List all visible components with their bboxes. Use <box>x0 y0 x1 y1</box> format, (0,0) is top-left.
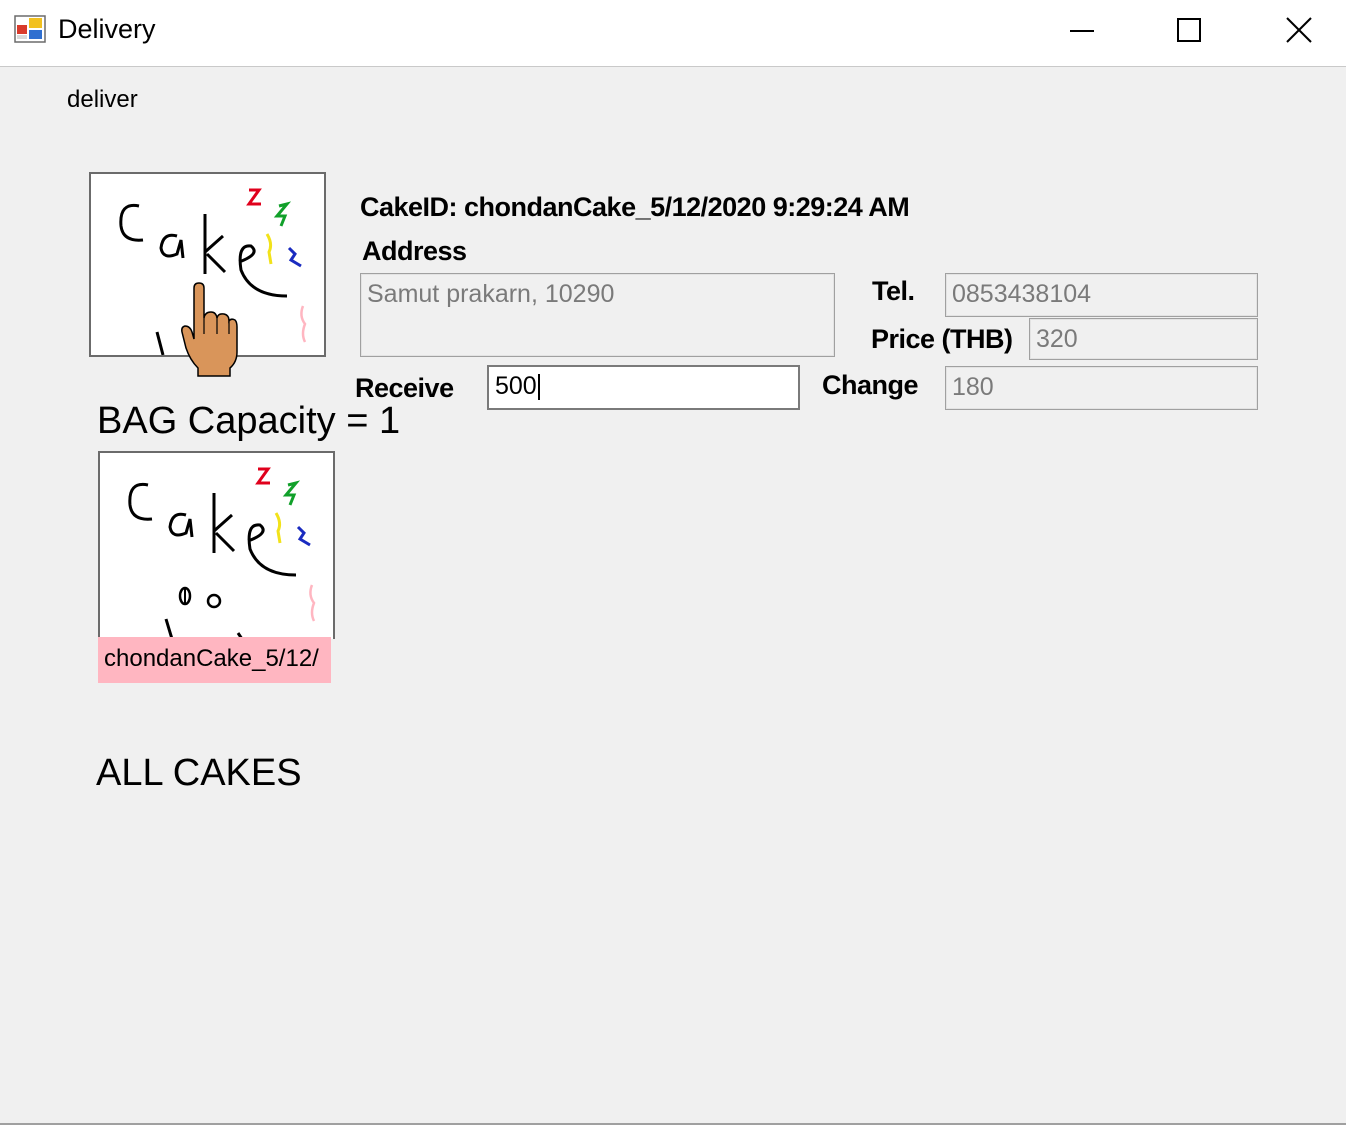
cake-drawing-image <box>128 467 316 639</box>
change-label: Change <box>822 370 919 400</box>
bag-heading: BAG Capacity = 1 <box>97 400 401 442</box>
price-field[interactable]: 320 <box>1029 318 1258 360</box>
maximize-button[interactable] <box>1134 0 1244 60</box>
tel-field[interactable]: 0853438104 <box>945 273 1258 317</box>
receive-input[interactable]: 500 <box>487 365 800 410</box>
price-label: Price (THB) <box>871 324 1013 354</box>
receive-input-value: 500 <box>495 372 537 400</box>
change-field[interactable]: 180 <box>945 366 1258 410</box>
app-icon <box>14 15 46 43</box>
text-caret <box>537 374 540 401</box>
title-bar: Delivery <box>0 0 1346 67</box>
bag-item-caption[interactable]: chondanCake_5/12/ <box>98 637 331 683</box>
address-field[interactable]: Samut prakarn, 10290 <box>360 273 835 357</box>
minimize-icon <box>1070 30 1094 32</box>
close-icon <box>1286 17 1312 43</box>
window-title: Delivery <box>58 14 156 44</box>
all-cakes-heading: ALL CAKES <box>96 752 302 794</box>
address-label: Address <box>362 236 467 266</box>
cake-id-label: CakeID: chondanCake_5/12/2020 9:29:24 AM <box>360 192 910 222</box>
minimize-button[interactable] <box>1027 0 1137 60</box>
menu-item-deliver[interactable]: deliver <box>67 86 138 114</box>
hand-pointer-icon <box>181 282 238 377</box>
close-button[interactable] <box>1244 0 1346 60</box>
maximize-icon <box>1177 18 1201 42</box>
bag-item-picture[interactable] <box>98 451 335 639</box>
tel-label: Tel. <box>872 276 915 306</box>
